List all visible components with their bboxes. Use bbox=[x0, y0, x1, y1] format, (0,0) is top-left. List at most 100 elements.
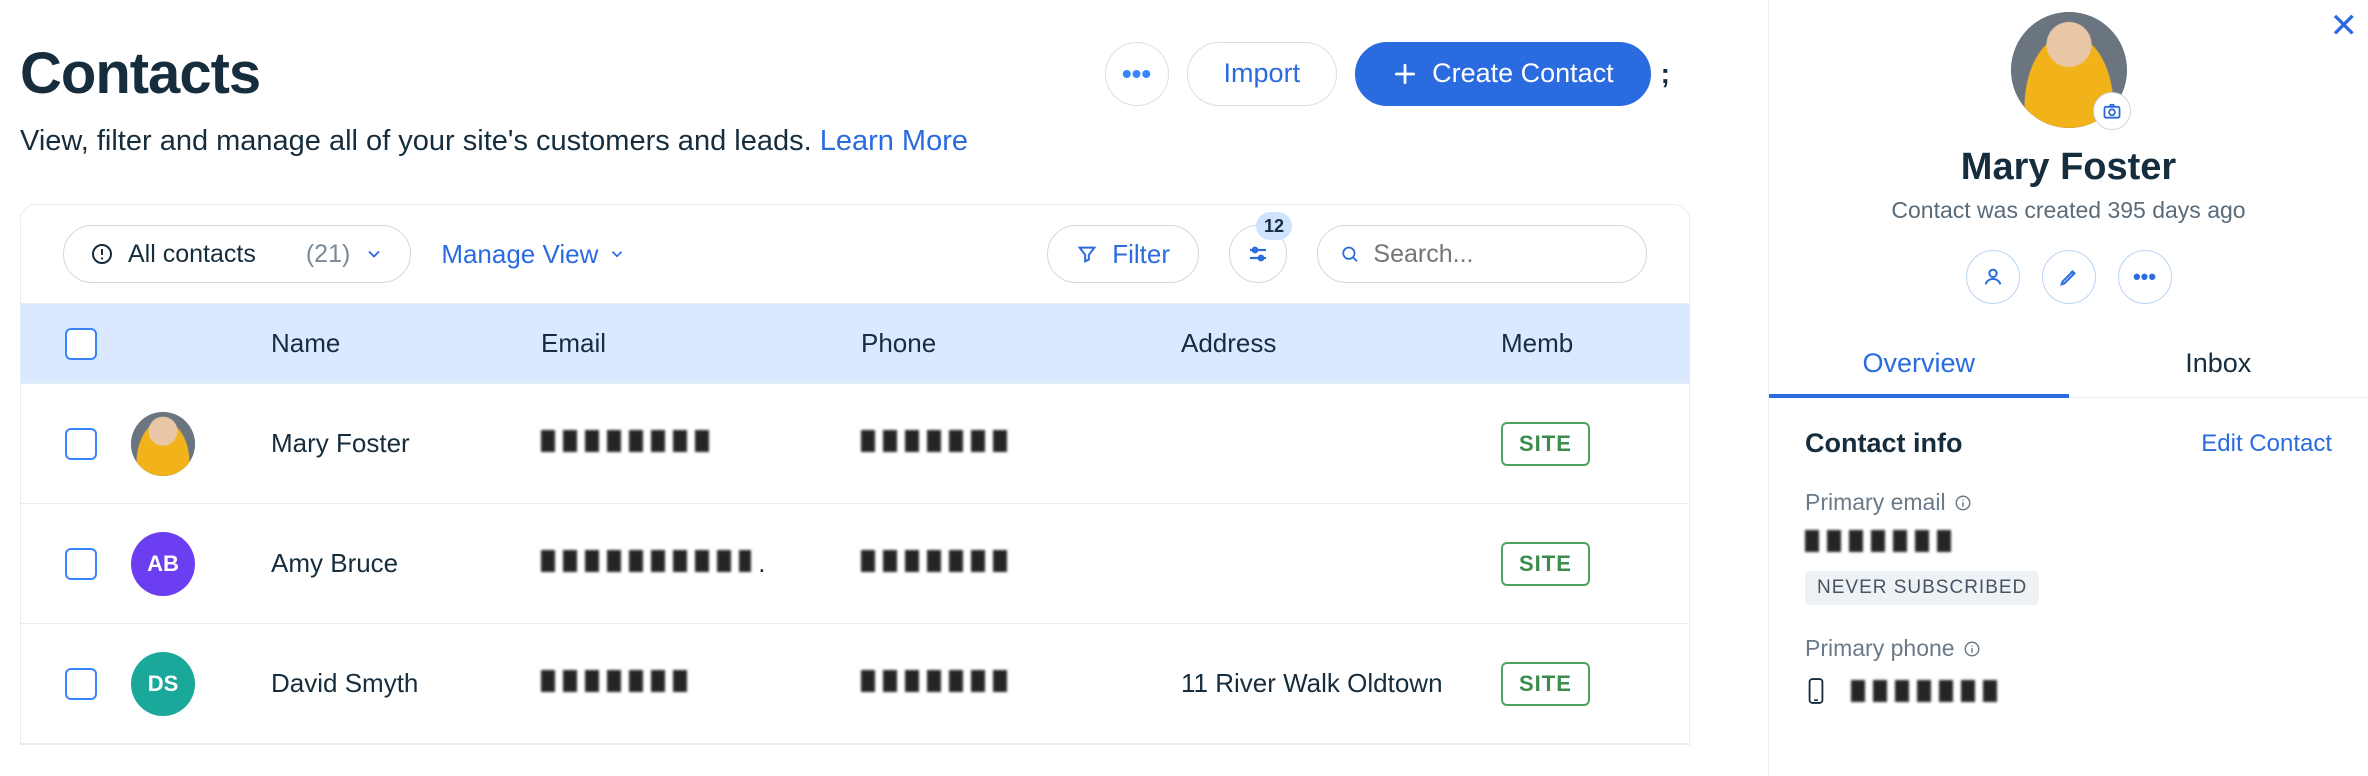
close-panel-button[interactable]: ✕ bbox=[2330, 6, 2359, 46]
row-checkbox[interactable] bbox=[65, 668, 97, 700]
filter-icon bbox=[1076, 243, 1098, 265]
tab-inbox[interactable]: Inbox bbox=[2069, 334, 2368, 397]
info-icon[interactable] bbox=[1963, 640, 1981, 658]
chevron-down-icon bbox=[364, 244, 384, 264]
redacted-value bbox=[541, 430, 711, 452]
filter-button[interactable]: Filter bbox=[1047, 225, 1199, 283]
create-contact-button[interactable]: Create Contact bbox=[1355, 42, 1651, 106]
learn-more-link[interactable]: Learn More bbox=[820, 125, 968, 157]
redacted-value bbox=[541, 550, 751, 572]
contact-created-text: Contact was created 395 days ago bbox=[1891, 197, 2245, 224]
primary-phone-value-row bbox=[1805, 676, 2332, 706]
tab-overview[interactable]: Overview bbox=[1769, 334, 2069, 397]
avatar bbox=[131, 412, 195, 476]
redacted-value bbox=[1851, 680, 2001, 702]
detail-body: Contact info Edit Contact Primary email … bbox=[1769, 398, 2368, 706]
contact-detail-panel: ✕ Mary Foster Contact was created 395 da… bbox=[1768, 0, 2368, 776]
cell-email bbox=[541, 668, 861, 699]
columns-count-badge: 12 bbox=[1256, 212, 1292, 240]
import-button[interactable]: Import bbox=[1187, 42, 1338, 106]
table-header-row: Name Email Phone Address Memb bbox=[21, 304, 1689, 384]
contacts-table: Name Email Phone Address Memb Mary Foste… bbox=[20, 304, 1690, 745]
avatar-initials: DS bbox=[148, 671, 179, 697]
edit-button[interactable] bbox=[2042, 250, 2096, 304]
avatar: AB bbox=[131, 532, 195, 596]
change-photo-button[interactable] bbox=[2093, 92, 2131, 130]
table-row[interactable]: DS David Smyth 11 River Walk Oldtown SIT… bbox=[21, 624, 1689, 744]
member-badge: SITE bbox=[1501, 542, 1590, 586]
col-address[interactable]: Address bbox=[1181, 328, 1501, 359]
view-selector[interactable]: All contacts (21) bbox=[63, 225, 411, 283]
search-field-wrap bbox=[1317, 225, 1647, 283]
page-title: Contacts bbox=[20, 40, 260, 107]
avatar: DS bbox=[131, 652, 195, 716]
view-selector-label: All contacts bbox=[128, 240, 256, 269]
col-member[interactable]: Memb bbox=[1501, 328, 1701, 359]
cell-phone bbox=[861, 668, 1181, 699]
table-row[interactable]: Mary Foster SITE bbox=[21, 384, 1689, 504]
more-button[interactable]: ••• bbox=[2118, 250, 2172, 304]
alert-circle-icon bbox=[90, 242, 114, 266]
sliders-icon bbox=[1246, 242, 1270, 266]
cell-phone bbox=[861, 428, 1181, 459]
ellipsis-icon: ••• bbox=[2133, 264, 2156, 290]
more-actions-button[interactable]: ••• bbox=[1105, 42, 1169, 106]
row-checkbox[interactable] bbox=[65, 428, 97, 460]
filter-label: Filter bbox=[1112, 239, 1170, 270]
info-icon[interactable] bbox=[1954, 494, 1972, 512]
col-name[interactable]: Name bbox=[271, 328, 541, 359]
redacted-value bbox=[861, 550, 1011, 572]
manage-view-button[interactable]: Manage View bbox=[441, 239, 626, 270]
cell-member: SITE bbox=[1501, 422, 1701, 466]
cell-email bbox=[541, 428, 861, 459]
cell-email: . bbox=[541, 548, 861, 579]
close-icon: ✕ bbox=[2330, 7, 2359, 45]
col-phone[interactable]: Phone bbox=[861, 328, 1181, 359]
camera-icon bbox=[2102, 101, 2122, 121]
detail-tabs: Overview Inbox bbox=[1769, 334, 2368, 398]
avatar-initials: AB bbox=[147, 551, 179, 577]
create-contact-label: Create Contact bbox=[1432, 58, 1614, 89]
redacted-value bbox=[1805, 530, 1955, 552]
cell-name: Amy Bruce bbox=[271, 548, 541, 579]
contacts-toolbar: All contacts (21) Manage View Filter 12 bbox=[20, 204, 1690, 304]
header-actions: ••• Import Create Contact ; bbox=[1105, 42, 1670, 106]
view-count: (21) bbox=[306, 240, 350, 269]
cell-phone bbox=[861, 548, 1181, 579]
cell-member: SITE bbox=[1501, 542, 1701, 586]
chevron-down-icon bbox=[608, 245, 626, 263]
redacted-value bbox=[861, 430, 1011, 452]
person-icon bbox=[1982, 266, 2004, 288]
select-all-checkbox[interactable] bbox=[65, 328, 97, 360]
cell-address: 11 River Walk Oldtown bbox=[1181, 668, 1501, 699]
contact-info-title: Contact info bbox=[1805, 428, 1962, 459]
import-button-label: Import bbox=[1224, 58, 1301, 89]
page-subtitle: View, filter and manage all of your site… bbox=[20, 125, 1690, 158]
edit-contact-link[interactable]: Edit Contact bbox=[2201, 430, 2332, 458]
pencil-icon bbox=[2058, 266, 2080, 288]
col-email[interactable]: Email bbox=[541, 328, 861, 359]
cell-name: David Smyth bbox=[271, 668, 541, 699]
primary-email-value bbox=[1805, 530, 2332, 557]
contact-info-header: Contact info Edit Contact bbox=[1805, 428, 2332, 459]
row-checkbox[interactable] bbox=[65, 548, 97, 580]
redacted-value bbox=[861, 670, 1011, 692]
view-profile-button[interactable] bbox=[1966, 250, 2020, 304]
primary-email-label: Primary email bbox=[1805, 489, 2332, 516]
redacted-value bbox=[541, 670, 691, 692]
contacts-page: Contacts ••• Import Create Contact ; Vie… bbox=[0, 0, 1690, 776]
table-row[interactable]: AB Amy Bruce . SITE bbox=[21, 504, 1689, 624]
mobile-icon bbox=[1805, 676, 1827, 706]
cell-name: Mary Foster bbox=[271, 428, 541, 459]
contact-quick-actions: ••• bbox=[1966, 250, 2172, 304]
page-header: Contacts ••• Import Create Contact ; bbox=[20, 40, 1690, 107]
plus-icon bbox=[1392, 61, 1418, 87]
columns-settings-button[interactable]: 12 bbox=[1229, 225, 1287, 283]
subscription-status-chip: NEVER SUBSCRIBED bbox=[1805, 571, 2039, 605]
cell-member: SITE bbox=[1501, 662, 1701, 706]
contact-name: Mary Foster bbox=[1961, 146, 2176, 189]
search-input[interactable] bbox=[1373, 240, 1624, 269]
ellipsis-icon: ••• bbox=[1122, 58, 1151, 90]
manage-view-label: Manage View bbox=[441, 239, 598, 270]
contact-avatar-wrap bbox=[2011, 12, 2127, 128]
